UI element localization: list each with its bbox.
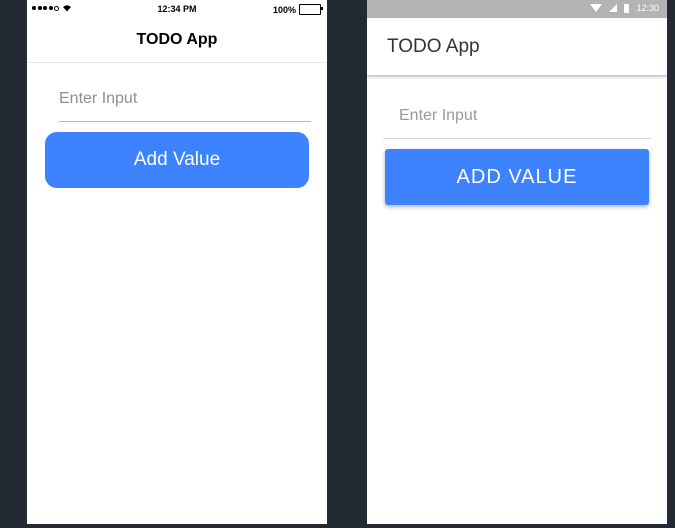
android-status-bar: 12:30 <box>367 0 667 18</box>
ios-status-bar: 12:34 PM 100% <box>27 0 327 18</box>
ios-screen: 12:34 PM 100% TODO App Add Value <box>27 0 327 524</box>
android-status-right: 12:30 <box>590 3 659 13</box>
ios-text-input[interactable] <box>59 77 311 122</box>
android-status-time: 12:30 <box>636 3 659 13</box>
ios-nav-title: TODO App <box>27 18 327 63</box>
android-toolbar-title: TODO App <box>367 18 667 75</box>
android-screen: 12:30 TODO App ADD VALUE <box>367 0 667 524</box>
android-add-value-button[interactable]: ADD VALUE <box>385 149 649 205</box>
android-text-input[interactable] <box>383 93 651 139</box>
battery-icon <box>624 3 630 13</box>
ios-add-value-button[interactable]: Add Value <box>45 132 309 188</box>
battery-icon <box>299 4 323 15</box>
ios-status-right: 100% <box>272 4 323 15</box>
battery-percent: 100% <box>272 4 296 15</box>
wifi-icon <box>590 4 603 12</box>
signal-icon <box>609 4 618 12</box>
